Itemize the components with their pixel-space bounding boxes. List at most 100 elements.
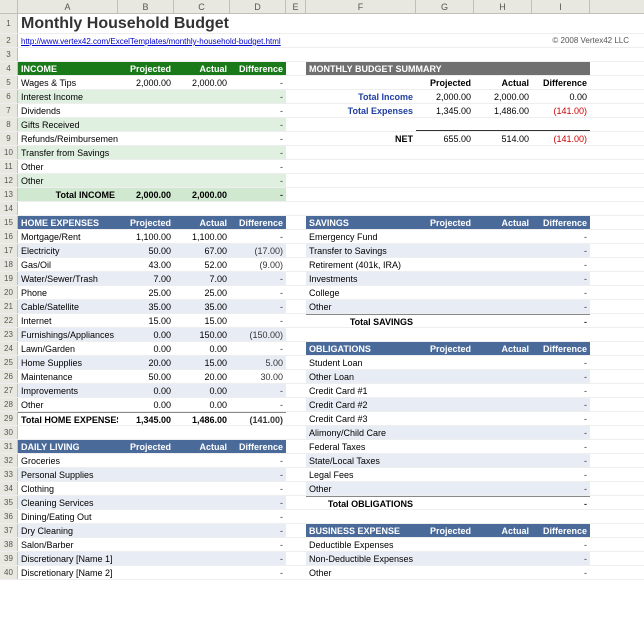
col-I[interactable]: I xyxy=(532,0,590,13)
row-d[interactable]: - xyxy=(532,272,590,285)
row-d[interactable]: - xyxy=(532,370,590,383)
row-p[interactable] xyxy=(416,552,474,565)
row-a[interactable]: 1,100.00 xyxy=(174,230,230,243)
blank[interactable] xyxy=(306,118,416,131)
row-a[interactable]: 150.00 xyxy=(174,328,230,341)
col-E[interactable]: E xyxy=(286,0,306,13)
row-header[interactable]: 29 xyxy=(0,412,18,425)
row-header[interactable]: 15 xyxy=(0,216,18,229)
row-d[interactable]: - xyxy=(532,258,590,271)
row-a[interactable] xyxy=(474,370,532,383)
row-a[interactable] xyxy=(474,286,532,299)
row-d[interactable]: - xyxy=(532,300,590,313)
row-header[interactable]: 16 xyxy=(0,230,18,243)
row-d[interactable]: - xyxy=(230,510,286,523)
row-a[interactable]: 0.00 xyxy=(174,384,230,397)
income-label[interactable]: Other xyxy=(18,160,118,173)
income-actual[interactable] xyxy=(174,160,230,173)
blank[interactable] xyxy=(118,426,174,439)
row-a[interactable] xyxy=(474,412,532,425)
row-header[interactable]: 25 xyxy=(0,356,18,369)
row-label[interactable]: Gas/Oil xyxy=(18,258,118,271)
row-a[interactable] xyxy=(174,496,230,509)
row-d[interactable]: 5.00 xyxy=(230,356,286,369)
col-H[interactable]: H xyxy=(474,0,532,13)
row-d[interactable]: - xyxy=(230,230,286,243)
row-a[interactable]: 0.00 xyxy=(174,398,230,411)
income-label[interactable]: Other xyxy=(18,174,118,187)
income-actual[interactable]: 2,000.00 xyxy=(174,76,230,89)
row-d[interactable]: - xyxy=(532,412,590,425)
row-p[interactable] xyxy=(416,286,474,299)
row-label[interactable]: Alimony/Child Care xyxy=(306,426,416,439)
row-d[interactable]: - xyxy=(532,244,590,257)
row-a[interactable] xyxy=(474,566,532,579)
row-p[interactable] xyxy=(118,454,174,467)
row-a[interactable] xyxy=(174,468,230,481)
blank[interactable] xyxy=(474,328,532,341)
row-a[interactable] xyxy=(474,468,532,481)
row-d[interactable]: - xyxy=(532,230,590,243)
row-p[interactable]: 25.00 xyxy=(118,286,174,299)
blank[interactable] xyxy=(230,426,286,439)
row-label[interactable]: Phone xyxy=(18,286,118,299)
row-p[interactable] xyxy=(416,454,474,467)
row-d[interactable]: - xyxy=(532,454,590,467)
row-p[interactable] xyxy=(118,482,174,495)
row-label[interactable]: Retirement (401k, IRA) xyxy=(306,258,416,271)
income-projected[interactable] xyxy=(118,174,174,187)
row-header[interactable]: 40 xyxy=(0,566,18,579)
row-d[interactable]: - xyxy=(532,356,590,369)
row-d[interactable]: - xyxy=(230,384,286,397)
row-label[interactable]: Groceries xyxy=(18,454,118,467)
row-header[interactable]: 13 xyxy=(0,188,18,201)
link-cell[interactable]: http://www.vertex42.com/ExcelTemplates/m… xyxy=(18,34,398,47)
row-p[interactable] xyxy=(118,510,174,523)
row-label[interactable]: Emergency Fund xyxy=(306,230,416,243)
blank[interactable] xyxy=(416,118,474,131)
row-label[interactable]: Credit Card #1 xyxy=(306,384,416,397)
income-diff[interactable]: - xyxy=(230,104,286,117)
row-header[interactable]: 24 xyxy=(0,342,18,355)
blank[interactable] xyxy=(532,188,590,201)
col-A[interactable]: A xyxy=(18,0,118,13)
blank[interactable] xyxy=(306,160,416,173)
row-label[interactable]: Discretionary [Name 1] xyxy=(18,552,118,565)
row-header[interactable]: 18 xyxy=(0,258,18,271)
row-label[interactable]: Deductible Expenses xyxy=(306,538,416,551)
row-p[interactable]: 43.00 xyxy=(118,258,174,271)
row-a[interactable] xyxy=(474,398,532,411)
blank[interactable] xyxy=(18,202,24,215)
blank[interactable] xyxy=(532,146,590,159)
row-header[interactable]: 5 xyxy=(0,76,18,89)
blank[interactable] xyxy=(416,146,474,159)
row-label[interactable]: Federal Taxes xyxy=(306,440,416,453)
row-p[interactable] xyxy=(416,300,474,313)
row-p[interactable]: 0.00 xyxy=(118,384,174,397)
row-p[interactable] xyxy=(118,468,174,481)
row-label[interactable]: Other xyxy=(18,398,118,411)
income-actual[interactable] xyxy=(174,146,230,159)
row-header[interactable]: 9 xyxy=(0,132,18,145)
row-label[interactable]: Discretionary [Name 2] xyxy=(18,566,118,579)
row-a[interactable] xyxy=(174,510,230,523)
income-label[interactable]: Interest Income xyxy=(18,90,118,103)
row-a[interactable] xyxy=(174,482,230,495)
row-d[interactable]: - xyxy=(532,468,590,481)
row-a[interactable]: 0.00 xyxy=(174,342,230,355)
row-header[interactable]: 33 xyxy=(0,468,18,481)
row-label[interactable]: Improvements xyxy=(18,384,118,397)
row-label[interactable]: College xyxy=(306,286,416,299)
row-d[interactable]: - xyxy=(532,384,590,397)
row-a[interactable]: 7.00 xyxy=(174,272,230,285)
blank[interactable] xyxy=(306,146,416,159)
row-p[interactable] xyxy=(416,482,474,495)
row-header[interactable]: 21 xyxy=(0,300,18,313)
row-d[interactable]: - xyxy=(230,398,286,411)
row-p[interactable] xyxy=(416,566,474,579)
row-p[interactable]: 0.00 xyxy=(118,328,174,341)
row-d[interactable]: - xyxy=(532,552,590,565)
blank[interactable] xyxy=(474,188,532,201)
blank[interactable] xyxy=(18,426,118,439)
row-label[interactable]: Water/Sewer/Trash xyxy=(18,272,118,285)
